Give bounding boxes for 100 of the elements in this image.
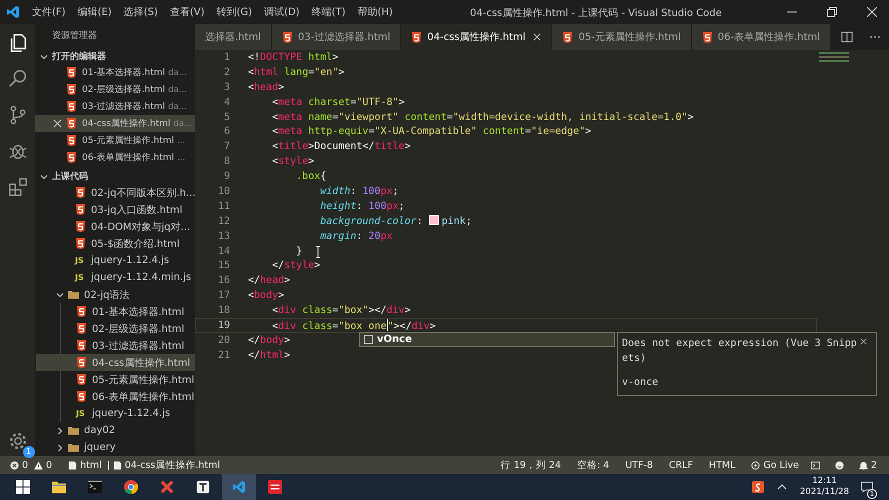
html-file-icon [75,221,86,232]
tree-item[interactable]: 03-jq入口函数.html [91,202,182,216]
tree-item[interactable]: 05-$函数介绍.html [91,236,180,250]
editor-tab[interactable]: 04-css属性操作.html [401,24,552,50]
folder-icon[interactable] [52,480,66,494]
error-icon[interactable] [10,460,19,470]
tree-item[interactable]: jquery-1.12.4.min.js [91,272,192,283]
file-path-hint: da... [168,84,187,95]
close-icon[interactable] [533,33,542,41]
tree-item[interactable]: 02-jq语法 [84,288,130,302]
notification-count[interactable]: 2 [870,460,877,470]
html-file-icon [66,118,77,130]
line-number: 16 [216,275,231,286]
taskbar-app-button[interactable] [222,474,256,500]
go-live-button[interactable]: Go Live [751,460,799,470]
menu-item[interactable]: 选择(S) [118,5,164,19]
smiley-icon[interactable] [834,460,844,470]
html-file-icon [66,84,77,96]
editor-tab[interactable]: 03-过滤选择器.html [272,24,400,50]
html-file-icon [75,204,86,215]
tree-item[interactable]: 06-表单属性操作.html [92,390,194,404]
line-ending[interactable]: CRLF [668,460,693,470]
input-method-icon[interactable] [752,481,764,493]
line-number: 21 [216,350,231,361]
tree-item[interactable]: jquery [84,442,116,453]
language-mode[interactable]: HTML [708,460,736,470]
bell-icon[interactable] [858,460,868,470]
menu-item[interactable]: 调试(D) [258,5,306,19]
tree-item[interactable]: jquery-1.12.4.js [92,408,170,419]
menu-item[interactable]: 编辑(E) [72,5,118,19]
menu-item[interactable]: 文件(F) [26,5,72,19]
open-editor-item[interactable]: 05-元素属性操作.html [82,134,174,148]
open-editor-item[interactable]: 03-过滤选择器.html [82,100,166,114]
minimap-drawing [819,52,849,62]
menu-item[interactable]: 转到(G) [210,5,258,19]
warning-icon[interactable] [34,460,44,470]
open-editor-item[interactable]: 04-css属性操作.html [82,117,170,130]
notes-app-icon[interactable] [268,480,282,494]
tree-item[interactable]: 03-过滤选择器.html [92,338,184,352]
file-path-hint: ... [177,136,186,146]
code-line: <title>Document</title> [271,141,411,152]
tree-item[interactable]: 05-元素属性操作.html [92,372,194,386]
line-number: 13 [216,230,231,242]
html-file-icon [66,101,77,112]
menu-item[interactable]: 查看(V) [164,5,210,19]
restore-icon[interactable] [827,7,837,17]
close-icon[interactable] [867,7,877,17]
indentation[interactable]: 空格: 4 [576,458,610,472]
line-number: 8 [222,156,231,168]
open-editor-item[interactable]: 06-表单属性操作.html [82,151,174,164]
editor-tab[interactable]: 06-表单属性操作.html [692,24,830,50]
html-file-icon [282,32,293,42]
editor-tab[interactable]: 05-元素属性操作.html [552,24,691,50]
extensions-icon[interactable] [6,176,28,198]
close-icon[interactable] [860,338,867,345]
suggestion-item[interactable]: vOnce [359,332,615,347]
clock-date[interactable]: 2021/11/28 [800,487,849,498]
js-file-icon: JS [75,273,86,282]
tree-item[interactable]: 01-基本选择器.html [92,304,184,318]
code-line: </body> [248,334,290,346]
error-count[interactable]: 0 [22,460,28,470]
language-id[interactable]: html [80,460,102,470]
windows-start-icon[interactable] [16,480,30,494]
tree-item[interactable]: 02-jq不同版本区别.h... [91,186,195,200]
html-file-icon [76,391,87,402]
cross-app-icon[interactable] [160,480,174,494]
menu-item[interactable]: 终端(T) [306,5,352,19]
search-icon[interactable] [6,68,28,90]
tree-item[interactable]: jquery-1.12.4.js [91,255,170,266]
terminal-icon[interactable] [88,480,102,494]
section-header[interactable]: 上课代码 [52,170,88,184]
tree-item[interactable]: 04-DOM对象与jq对... [91,220,190,234]
terminal-icon[interactable] [810,460,820,470]
hover-description: Does not expect expression (Vue 3 Snippets) [622,337,858,366]
html-file-icon [562,32,574,42]
notification-center-icon[interactable] [861,480,873,492]
folder-icon [68,289,79,300]
document-app-icon[interactable] [196,480,210,494]
close-icon[interactable] [53,119,62,128]
editor-tab[interactable]: 选择器.html [195,24,271,50]
open-editor-item[interactable]: 01-基本选择器.html [82,66,166,80]
menu-item[interactable]: 帮助(H) [352,5,399,19]
line-number: 11 [216,200,231,212]
broadcast-icon [751,460,760,470]
chrome-icon[interactable] [124,480,138,494]
encoding[interactable]: UTF-8 [625,460,653,470]
cursor-position[interactable]: 行 19，列 24 [500,458,561,472]
code-line: <meta name="viewport" content="width=device-width, initial-scale=1.0"> [271,112,694,122]
clock-time[interactable]: 12:11 [812,476,837,487]
open-editor-item[interactable]: 02-层级选择器.html [82,83,166,96]
js-file-icon: JS [76,409,87,418]
tree-item[interactable]: day02 [84,425,116,436]
split-editor-icon[interactable] [841,31,853,43]
warning-count[interactable]: 0 [46,460,52,470]
code-line: margin: 20px [319,230,393,242]
mouse-cursor-icon [315,246,321,258]
file-name[interactable]: 04-css属性操作.html [124,458,220,472]
file-path-hint: da... [168,102,187,112]
tree-item[interactable]: 02-层级选择器.html [92,322,184,336]
section-header[interactable]: 打开的编辑器 [52,50,106,64]
